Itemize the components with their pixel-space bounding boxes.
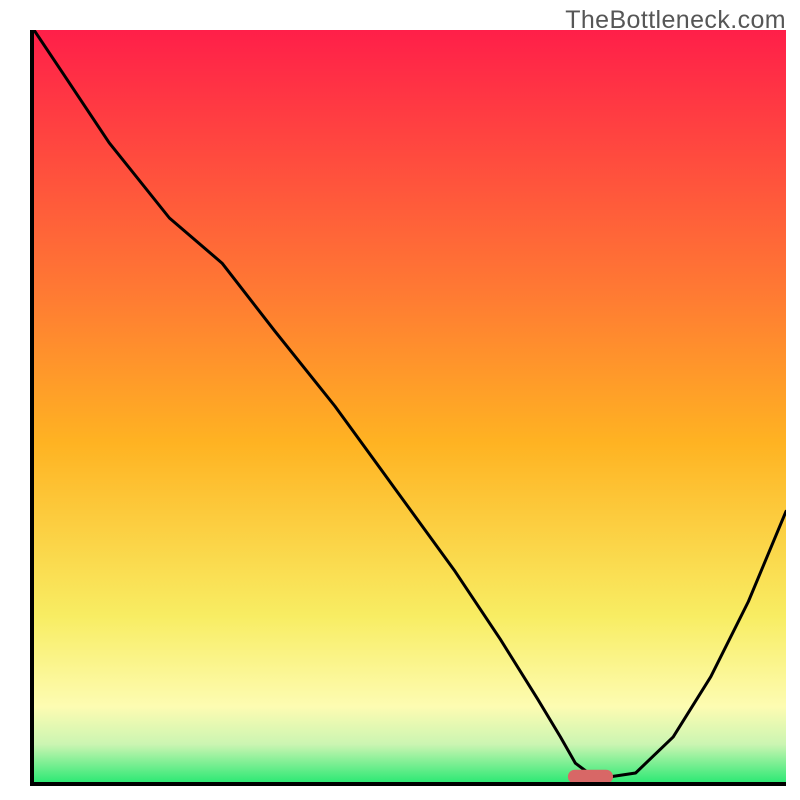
watermark-text: TheBottleneck.com bbox=[565, 6, 786, 35]
optimal-marker bbox=[568, 770, 613, 782]
plot-svg bbox=[34, 30, 786, 782]
bottleneck-figure: TheBottleneck.com bbox=[0, 0, 800, 800]
gradient-background bbox=[34, 30, 786, 782]
